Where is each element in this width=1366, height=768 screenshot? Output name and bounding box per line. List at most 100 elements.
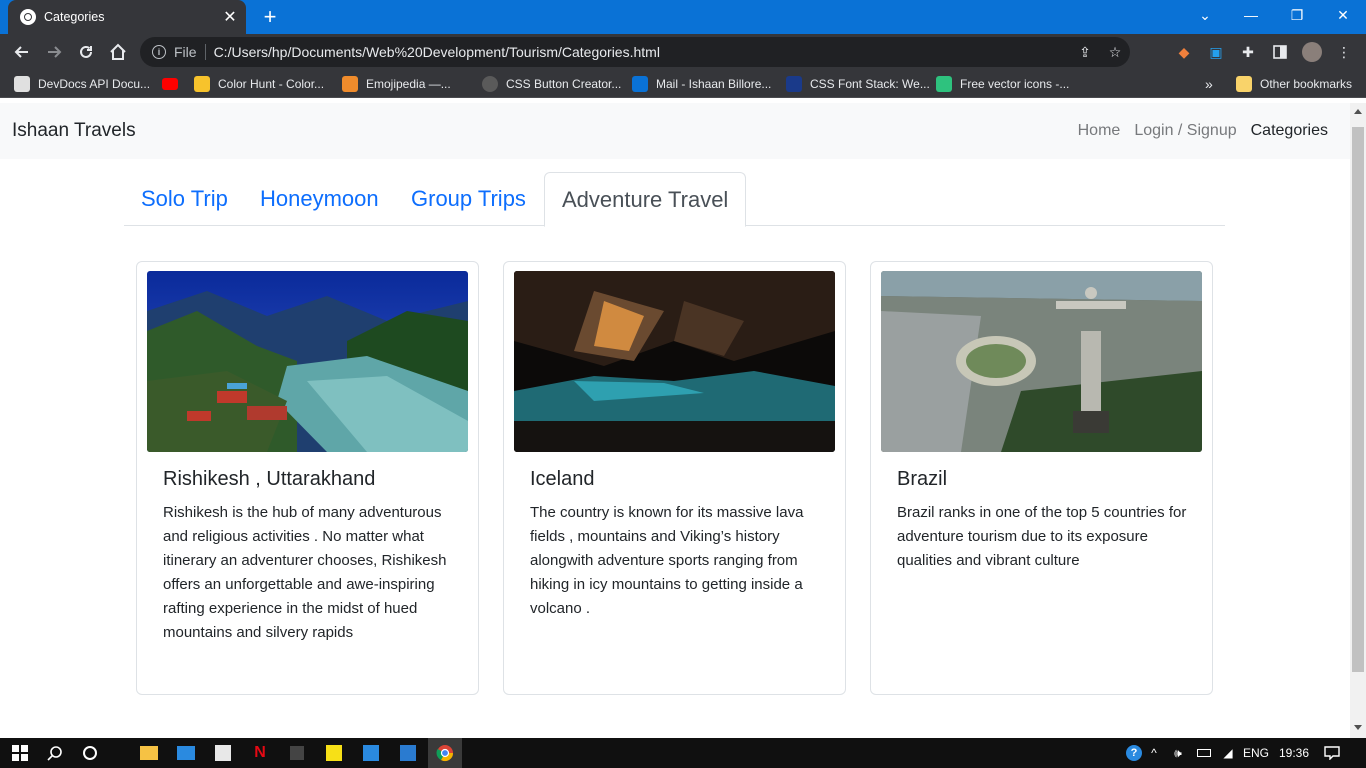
youtube-icon [162,78,178,90]
sticky-notes-icon[interactable] [323,743,345,763]
tab-group-trips[interactable]: Group Trips [394,172,543,226]
clock[interactable]: 19:36 [1278,743,1310,763]
card-text: Brazil ranks in one of the top 5 countri… [897,504,1187,569]
notification-icon[interactable] [1322,743,1342,763]
netflix-icon[interactable]: N [249,743,271,763]
metamask-icon[interactable]: ◆ [1174,42,1194,62]
emojipedia-icon [342,76,358,92]
photos-icon[interactable] [397,743,419,763]
browser-tab[interactable]: Categories ✕ [8,0,246,34]
destination-card-rishikesh: Rishikesh , Uttarakhand Rishikesh is the… [136,261,479,695]
mail-icon[interactable] [175,743,197,763]
tab-search-icon[interactable]: ⌄ [1182,0,1228,30]
info-icon[interactable]: i [152,45,166,59]
category-tabs: Solo Trip Honeymoon Group Trips Adventur… [124,172,1225,227]
gear-icon [482,76,498,92]
profile-avatar[interactable] [1302,42,1322,62]
colorhunt-icon [194,76,210,92]
share-icon[interactable]: ⇪ [1070,44,1100,61]
reload-icon[interactable] [74,40,98,64]
bookmark-mail[interactable]: Mail - Ishaan Billore... [632,76,771,92]
nav-links: Home Login / Signup Categories [1078,122,1328,140]
folder-icon [1236,76,1252,92]
bookmark-label: Mail - Ishaan Billore... [656,77,772,91]
iceland-image [514,271,835,452]
outlook-icon [632,76,648,92]
back-arrow-icon[interactable] [10,40,34,64]
vscode-icon[interactable] [360,743,382,763]
address-bar[interactable]: i File C:/Users/hp/Documents/Web%20Devel… [140,37,1130,67]
side-panel-icon[interactable] [1270,42,1290,62]
card-title: Rishikesh , Uttarakhand [163,468,376,490]
site-navbar: Ishaan Travels Home Login / Signup Categ… [0,103,1350,159]
bookmark-cssbutton[interactable]: CSS Button Creator... [482,76,621,92]
screen-capture-icon[interactable]: ▣ [1206,42,1226,62]
bookmark-emojipedia[interactable]: Emojipedia —... [342,76,451,92]
bookmarks-bar: DevDocs API Docu... Color Hunt - Color..… [0,70,1366,98]
card-title: Iceland [530,468,595,490]
chrome-taskbar-icon[interactable] [428,738,462,768]
browser-toolbar: i File C:/Users/hp/Documents/Web%20Devel… [0,34,1366,70]
restore-button[interactable]: ❐ [1274,0,1320,30]
file-explorer-icon[interactable] [138,743,160,763]
scrollbar-thumb[interactable] [1352,127,1364,672]
cortana-icon[interactable] [80,743,100,763]
devdocs-icon [14,76,30,92]
divider [204,44,206,60]
scroll-up-arrow-icon[interactable] [1354,109,1362,114]
bookmark-label: CSS Button Creator... [506,77,622,91]
bookmark-cssfontstack[interactable]: CSS Font Stack: We... [786,76,930,92]
bookmark-vectoricons[interactable]: Free vector icons -... [936,76,1069,92]
scroll-down-arrow-icon[interactable] [1354,725,1362,730]
site-brand[interactable]: Ishaan Travels [12,120,136,142]
new-tab-button[interactable]: + [259,4,281,30]
store-icon[interactable] [212,743,234,763]
page-scrollbar[interactable] [1350,103,1366,738]
bookmarks-overflow-icon[interactable]: » [1205,76,1213,92]
bookmark-colorhunt[interactable]: Color Hunt - Color... [194,76,324,92]
tab-honeymoon[interactable]: Honeymoon [243,172,396,226]
vector-icon [936,76,952,92]
wifi-icon[interactable]: ◢ [1218,743,1238,763]
bookmark-label: CSS Font Stack: We... [810,77,930,91]
browser-tabstrip: Categories ✕ + ⌄ — ❐ ✕ [0,0,1366,34]
battery-icon[interactable] [1194,743,1214,763]
minimize-button[interactable]: — [1228,0,1274,30]
globe-icon [20,9,36,25]
close-tab-icon[interactable]: ✕ [220,7,240,27]
fontstack-icon [786,76,802,92]
nav-categories[interactable]: Categories [1251,122,1328,140]
bookmark-youtube[interactable] [162,76,186,92]
speaker-icon[interactable]: 🕪 [1168,743,1188,763]
menu-kebab-icon[interactable]: ⋮ [1334,42,1354,62]
bookmark-star-icon[interactable]: ☆ [1100,44,1130,61]
tab-solo-trip[interactable]: Solo Trip [124,172,245,226]
protocol-label: File [174,44,197,60]
chevron-up-icon[interactable]: ^ [1147,743,1161,763]
close-window-button[interactable]: ✕ [1320,0,1366,30]
bookmark-devdocs[interactable]: DevDocs API Docu... [14,76,150,92]
windows-start-icon[interactable] [10,743,30,763]
bookmark-label: Emojipedia —... [366,77,451,91]
bookmark-label: DevDocs API Docu... [38,77,151,91]
bookmark-label: Free vector icons -... [960,77,1070,91]
bookmark-label: Other bookmarks [1260,77,1353,91]
nav-login[interactable]: Login / Signup [1134,122,1236,140]
web-page: Ishaan Travels Home Login / Signup Categ… [0,103,1350,738]
tab-adventure-travel[interactable]: Adventure Travel [544,172,747,227]
url-text[interactable]: C:/Users/hp/Documents/Web%20Development/… [214,44,1070,60]
card-text: The country is known for its massive lav… [530,504,804,617]
extensions-puzzle-icon[interactable]: ✚ [1238,42,1258,62]
other-bookmarks[interactable]: Other bookmarks [1236,76,1352,92]
card-text: Rishikesh is the hub of many adventurous… [163,504,447,641]
destination-card-iceland: Iceland The country is known for its mas… [503,261,846,695]
destination-card-brazil: Brazil Brazil ranks in one of the top 5 … [870,261,1213,695]
forward-arrow-icon[interactable] [42,40,66,64]
nav-home[interactable]: Home [1078,122,1121,140]
search-icon[interactable] [45,743,65,763]
bookmark-label: Color Hunt - Color... [218,77,325,91]
app-icon[interactable] [286,743,308,763]
home-icon[interactable] [106,40,130,64]
language-indicator[interactable]: ENG [1242,743,1270,763]
help-icon[interactable]: ? [1125,743,1143,763]
